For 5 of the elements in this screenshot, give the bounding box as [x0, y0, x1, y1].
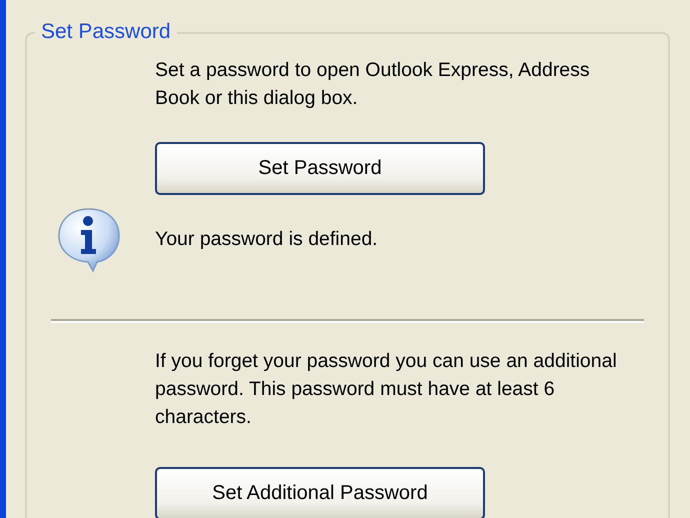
description-text: Set a password to open Outlook Express, Address Book or this dialog box. — [155, 58, 591, 111]
set-additional-password-button[interactable]: Set Additional Password — [155, 467, 485, 518]
status-text: Your password is defined. — [155, 228, 378, 250]
set-password-button[interactable]: Set Password — [155, 142, 485, 195]
additional-description-text: If you forget your password you can use an additional password. This password must have at least 6 characters. — [155, 349, 618, 430]
